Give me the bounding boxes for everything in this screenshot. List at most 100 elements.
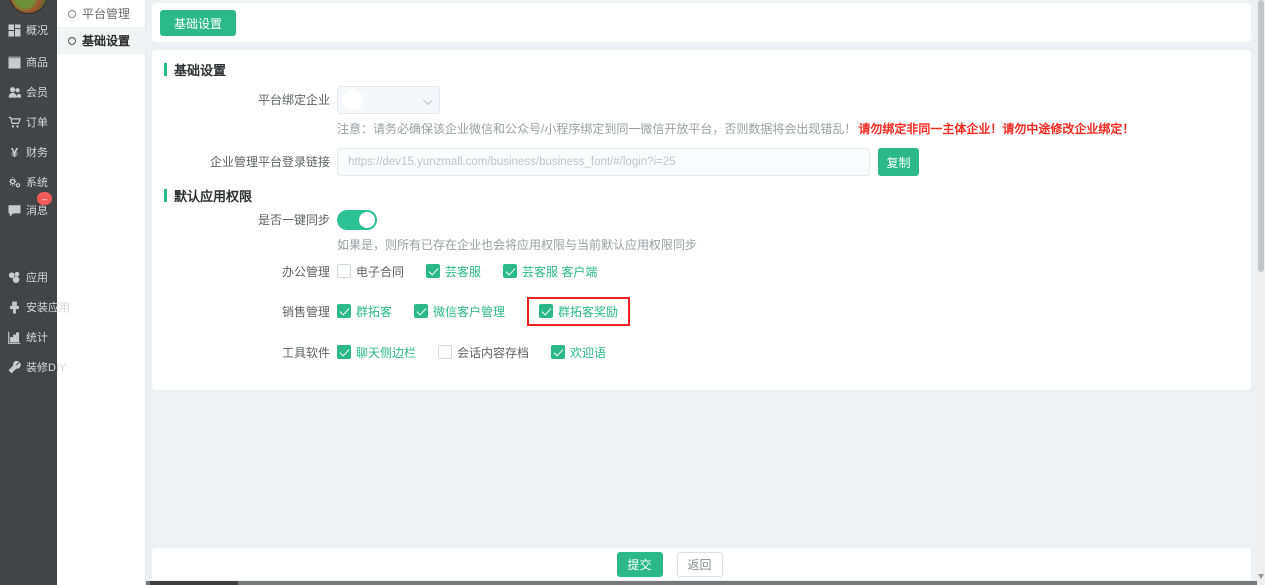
toggle-knob: [359, 212, 375, 228]
tab-basic-settings[interactable]: 基础设置: [160, 10, 237, 36]
sidebar-item-label: 商品: [26, 57, 48, 69]
login-link-label: 企业管理平台登录链接: [209, 155, 330, 169]
message-count-badge: –: [37, 192, 52, 205]
chevron-down-icon: [423, 96, 432, 105]
checkbox-label: 欢迎语: [570, 345, 607, 360]
sidebar-item-label: 装修DIY: [26, 362, 67, 374]
permission-group-label: 销售管理: [281, 304, 330, 319]
sidebar-item-label: 统计: [26, 332, 48, 344]
checkbox-item[interactable]: 芸客服: [426, 263, 481, 280]
checkbox-checked-icon[interactable]: [337, 345, 351, 359]
note-gray-text: 注意：请务必确保该企业微信和公众号/小程序绑定到同一微信开放平台，否则数据将会出…: [337, 122, 857, 136]
checkbox-checked-icon[interactable]: [337, 304, 351, 318]
checkbox-item[interactable]: 会话内容存档: [438, 344, 529, 361]
checkbox-item[interactable]: 微信客户管理: [414, 303, 505, 320]
avatar[interactable]: [9, 0, 48, 14]
vertical-scrollbar[interactable]: [1257, 0, 1265, 585]
sync-help-text: 如果是，则所有已存在企业也会将应用权限与当前默认应用权限同步: [337, 238, 698, 252]
checkbox-item[interactable]: 芸客服 客户端: [503, 263, 597, 280]
checkbox-label: 微信客户管理: [433, 304, 506, 319]
checkbox-item[interactable]: 群拓客奖励: [539, 303, 618, 320]
submenu-item-2[interactable]: 基础设置: [57, 27, 145, 54]
sidebar-item-label: 安装应用: [26, 302, 70, 314]
checkbox-label: 芸客服 客户端: [522, 264, 598, 279]
section-accent-bar: [164, 189, 167, 202]
submenu-item-label: 基础设置: [82, 34, 131, 48]
apps-icon: [7, 270, 22, 284]
bind-company-label: 平台绑定企业: [257, 93, 330, 107]
radio-circle-icon: [68, 36, 76, 45]
sidebar-item-label: 应用: [26, 272, 48, 284]
sidebar-item-8[interactable]: 应用: [0, 265, 57, 289]
note-red-text: 请勿绑定非同一主体企业！请勿中途修改企业绑定！: [858, 122, 1135, 136]
permission-group-row: 办公管理 电子合同 芸客服 芸客服 客户端: [152, 258, 1152, 284]
sidebar-item-label: 订单: [26, 117, 48, 129]
finance-icon: ¥: [10, 144, 19, 160]
permission-group-row: 工具软件 聊天侧边栏 会话内容存档 欢迎语: [152, 339, 1152, 365]
checkbox-checked-icon[interactable]: [551, 345, 566, 359]
footer-action-bar: 提交 返回: [152, 548, 1251, 580]
sidebar-item-11[interactable]: 装修DIY: [0, 355, 66, 379]
checkbox-checked-icon[interactable]: [414, 304, 429, 318]
checkbox-item[interactable]: 聊天侧边栏: [337, 344, 416, 361]
sync-toggle[interactable]: [337, 210, 377, 230]
company-logo: [342, 90, 363, 111]
checkbox-label: 群拓客: [356, 304, 393, 319]
section-title-basic-text: 基础设置: [174, 63, 227, 78]
checkbox-item[interactable]: 欢迎语: [551, 344, 606, 361]
members-icon: [7, 85, 22, 99]
section-accent-bar: [164, 63, 167, 76]
message-icon: [7, 203, 22, 217]
system-icon: [7, 175, 22, 189]
submenu-item-1[interactable]: 平台管理: [57, 0, 145, 27]
sidebar-item-1[interactable]: 概况: [0, 18, 57, 42]
sidebar-item-9[interactable]: 安装应用: [0, 295, 70, 319]
sync-label: 是否一键同步: [257, 213, 330, 227]
main-sidebar: 概况商品会员订单 ¥ 财务系统 消息 – 应用安装应用统计装修DIY: [0, 0, 70, 585]
permission-group-row: 销售管理 群拓客 微信客户管理 群拓客奖励: [152, 296, 1152, 326]
settings-card: 基础设置 平台绑定企业 注意：请务必确保该企业微信和公众号/小程序绑定到同一微信…: [152, 50, 1251, 390]
copy-button[interactable]: 复制: [878, 148, 919, 176]
sidebar-item-2[interactable]: 商品: [0, 50, 57, 74]
platform-company-select[interactable]: [337, 86, 440, 114]
product-icon: [7, 55, 22, 69]
highlight-red-box: 群拓客奖励: [527, 296, 631, 326]
sidebar-item-6[interactable]: 系统: [0, 170, 57, 194]
page: 概况 商品 会员 订单 ¥ 财务 系统 消息 – 应用 安装应用 统计 装修DIY 平台管理 基础设置 基…: [0, 0, 1265, 585]
permission-group-label: 办公管理: [281, 264, 330, 279]
sidebar-item-5[interactable]: ¥ 财务: [0, 140, 57, 164]
install-app-icon: [7, 300, 22, 314]
submenu-item-label: 平台管理: [82, 7, 131, 21]
vertical-scrollbar-thumb[interactable]: [1258, 0, 1264, 272]
checkbox-checked-icon[interactable]: [503, 264, 518, 278]
section-title-permissions-text: 默认应用权限: [174, 189, 253, 204]
checkbox-item[interactable]: 群拓客: [337, 303, 392, 320]
orders-icon: [7, 115, 22, 129]
sidebar-item-label: 财务: [26, 147, 48, 159]
submit-button[interactable]: 提交: [616, 551, 663, 577]
horizontal-scrollbar-thumb[interactable]: [150, 581, 238, 585]
radio-circle-icon: [68, 9, 76, 18]
login-link-input[interactable]: [337, 148, 870, 176]
checkbox-checked-icon[interactable]: [539, 304, 554, 318]
horizontal-scrollbar[interactable]: [0, 581, 1257, 585]
checkbox-label: 芸客服: [445, 264, 482, 279]
section-title-permissions: 默认应用权限: [164, 186, 252, 205]
permission-group-label: 工具软件: [281, 345, 330, 360]
sidebar-item-4[interactable]: 订单: [0, 110, 57, 134]
sidebar-item-label: 概况: [26, 25, 48, 37]
checkbox-item[interactable]: 电子合同: [337, 263, 404, 280]
checkbox-label: 会话内容存档: [457, 345, 530, 360]
checkbox-unchecked-icon[interactable]: [438, 345, 453, 359]
back-button[interactable]: 返回: [676, 551, 723, 577]
checkbox-label: 电子合同: [356, 264, 405, 279]
stats-icon: [7, 330, 22, 344]
sidebar-item-7[interactable]: 消息 –: [0, 192, 57, 222]
checkbox-label: 聊天侧边栏: [356, 345, 417, 360]
sidebar-item-10[interactable]: 统计: [0, 325, 57, 349]
sidebar-item-label: 会员: [26, 87, 48, 99]
checkbox-unchecked-icon[interactable]: [337, 264, 351, 278]
scroll-down-arrow-icon[interactable]: [1258, 574, 1264, 579]
checkbox-checked-icon[interactable]: [426, 264, 441, 278]
sidebar-item-3[interactable]: 会员: [0, 80, 57, 104]
